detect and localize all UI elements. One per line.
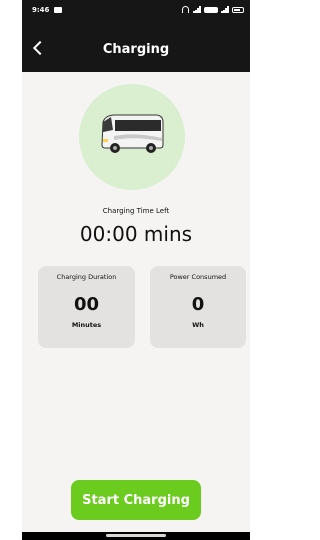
card-title: Power Consumed	[169, 273, 227, 281]
home-handle[interactable]	[106, 534, 166, 537]
message-icon	[54, 7, 62, 13]
navigation-bar	[22, 532, 250, 540]
card-unit: Minutes	[71, 321, 102, 329]
wifi-icon	[181, 6, 190, 13]
signal-icon	[193, 6, 201, 13]
phone-screen: 9:46 Charging Charging Time Left 00:00 m…	[22, 0, 250, 540]
charging-duration-card: Charging Duration 00 Minutes	[38, 266, 135, 348]
card-value: 00	[73, 294, 100, 315]
time-left-value: 00:00 mins	[79, 222, 193, 246]
network-badge-icon	[204, 6, 218, 13]
card-unit: Wh	[192, 321, 204, 329]
time-left-label: Charging Time Left	[102, 207, 170, 215]
card-value: 0	[191, 294, 205, 315]
app-bar: Charging	[22, 30, 250, 72]
status-bar: 9:46	[22, 0, 250, 30]
power-consumed-card: Power Consumed 0 Wh	[150, 266, 246, 348]
battery-icon	[232, 6, 244, 13]
page-title: Charging	[102, 42, 170, 57]
bus-icon	[101, 114, 164, 153]
card-title: Charging Duration	[56, 273, 117, 281]
bus-illustration	[79, 84, 185, 190]
signal-icon-2	[221, 6, 229, 13]
status-icons	[181, 6, 244, 13]
status-time: 9:46	[32, 6, 50, 14]
start-charging-button[interactable]: Start Charging	[71, 480, 201, 520]
